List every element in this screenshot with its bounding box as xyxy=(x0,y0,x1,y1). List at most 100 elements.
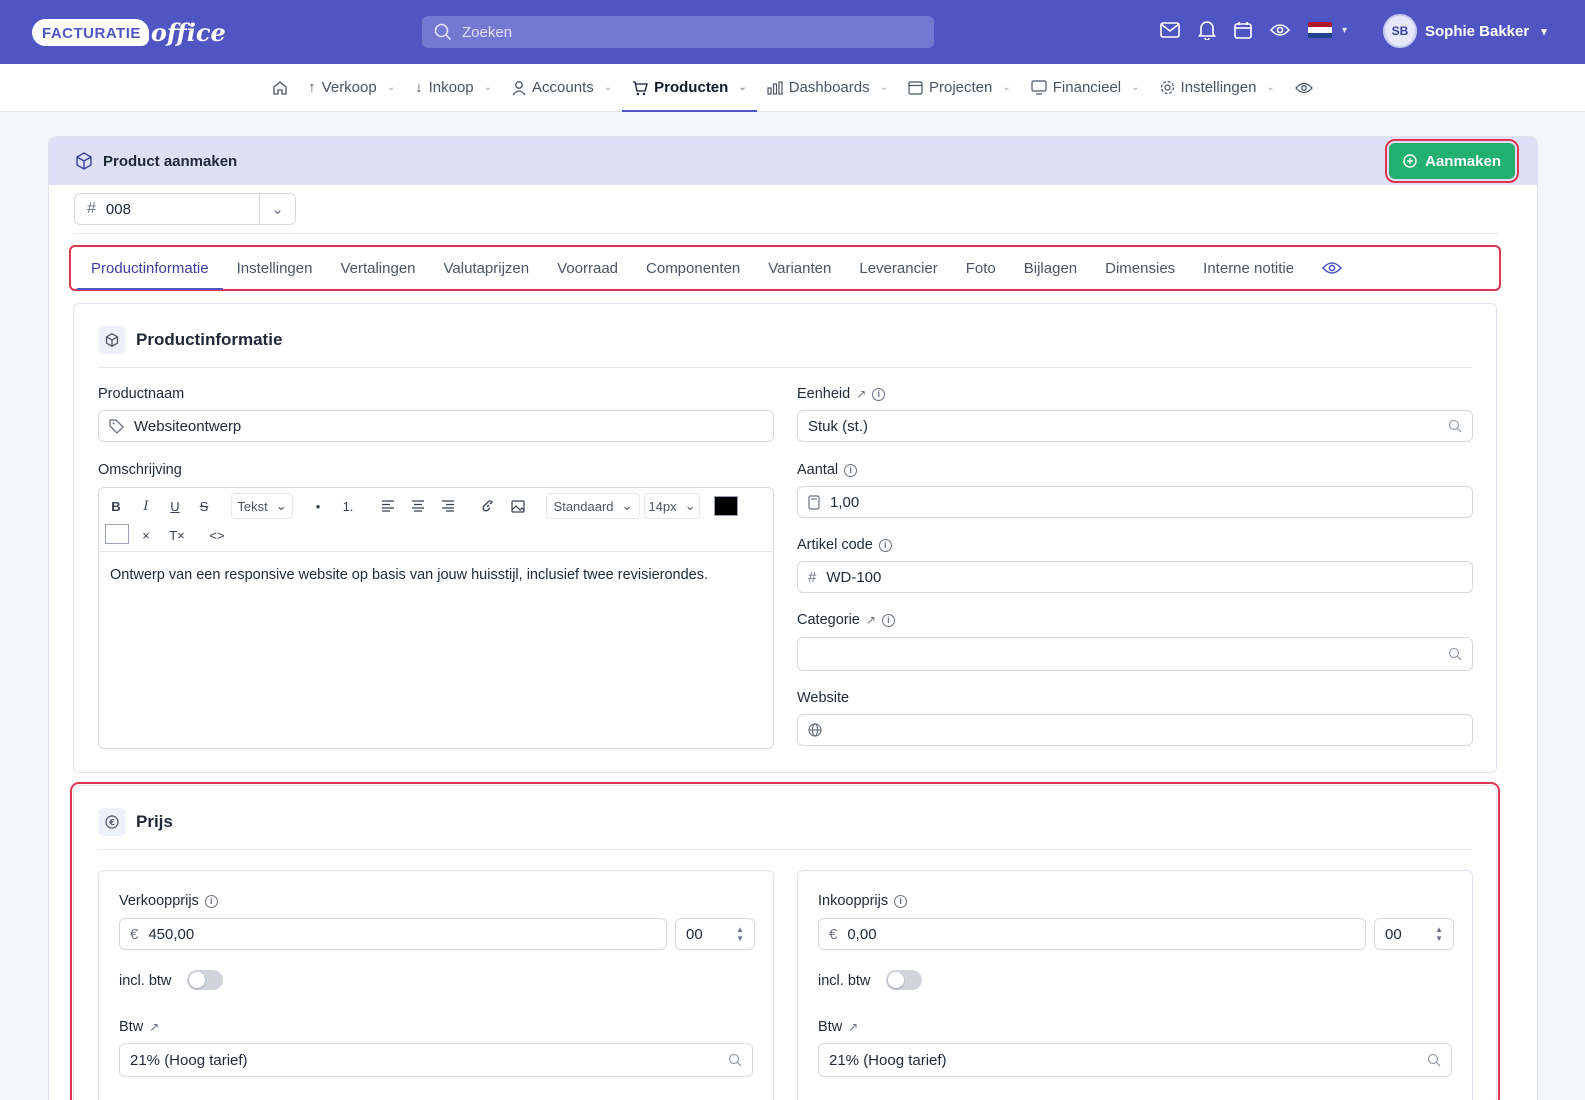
app-logo[interactable]: FACTURATIE office xyxy=(32,14,226,50)
nav-visibility[interactable] xyxy=(1285,64,1323,112)
inkoopprijs-label: Inkoopprijs i xyxy=(818,893,908,909)
label-text: incl. btw xyxy=(818,973,871,989)
product-number-value: 008 xyxy=(105,200,131,218)
mail-icon[interactable] xyxy=(1160,22,1180,38)
incl-btw-toggle[interactable] xyxy=(187,970,223,990)
editor-toolbar: B I U S Tekst ⌄ • 1. Standaard ⌄ 14px ⌄ × T… xyxy=(99,488,773,552)
tab-valutaprijzen[interactable]: Valutaprijzen xyxy=(430,247,544,289)
search-input[interactable]: Zoeken xyxy=(422,16,934,48)
label-text: Artikel code xyxy=(797,537,873,553)
label-text: Btw xyxy=(119,1019,144,1035)
currency-symbol: € xyxy=(130,925,139,943)
create-button[interactable]: Aanmaken xyxy=(1385,139,1519,183)
eye-icon[interactable] xyxy=(1270,23,1290,37)
background-color-swatch[interactable] xyxy=(105,524,129,544)
user-name: Sophie Bakker xyxy=(1425,22,1530,40)
nav-item-projecten[interactable]: Projecten ⌄ xyxy=(898,64,1021,112)
verkoopprijs-panel: Verkoopprijs i € 450,00 00 ▲ ▼ incl. btw … xyxy=(98,870,774,1100)
tab-interne-notitie[interactable]: Interne notitie xyxy=(1189,247,1308,289)
nav-item-dashboards[interactable]: Dashboards ⌄ xyxy=(757,64,898,112)
flag-stripe-blue xyxy=(1308,32,1332,38)
box-icon xyxy=(98,326,126,354)
bullet-list-button[interactable]: • xyxy=(309,493,327,519)
tab-bijlagen[interactable]: Bijlagen xyxy=(1010,247,1091,289)
code-view-button[interactable]: <> xyxy=(207,522,227,548)
bell-icon[interactable] xyxy=(1198,20,1216,40)
aantal-input[interactable]: 1,00 xyxy=(797,486,1473,518)
ordered-list-button[interactable]: 1. xyxy=(339,493,357,519)
nav-item-producten[interactable]: Producten ⌄ xyxy=(622,64,757,112)
underline-button[interactable]: U xyxy=(166,493,184,519)
website-input[interactable] xyxy=(797,714,1473,746)
format-select[interactable]: Tekst ⌄ xyxy=(231,493,293,519)
tab-dimensies[interactable]: Dimensies xyxy=(1091,247,1189,289)
external-link-icon[interactable]: ↗ xyxy=(856,387,866,401)
verkoopprijs-label: Verkoopprijs i xyxy=(119,893,218,909)
info-icon[interactable]: i xyxy=(894,894,908,908)
external-link-icon[interactable]: ↗ xyxy=(866,613,876,627)
align-left-icon[interactable] xyxy=(379,493,397,519)
description-text[interactable]: Ontwerp van een responsive website op ba… xyxy=(110,567,708,583)
image-icon[interactable] xyxy=(509,493,527,519)
tab-vertalingen[interactable]: Vertalingen xyxy=(326,247,429,289)
tab-visibility[interactable] xyxy=(1308,247,1356,289)
strikethrough-button[interactable]: S xyxy=(195,493,213,519)
nav-item-accounts[interactable]: Accounts ⌄ xyxy=(502,64,622,112)
calculator-icon xyxy=(808,494,820,510)
info-icon[interactable]: i xyxy=(881,613,895,627)
info-icon[interactable]: i xyxy=(204,894,218,908)
label-text: Btw xyxy=(818,1019,843,1035)
text-color-swatch[interactable] xyxy=(714,496,738,516)
font-select[interactable]: Standaard ⌄ xyxy=(546,493,640,519)
nav-item-instellingen[interactable]: Instellingen ⌄ xyxy=(1150,64,1285,112)
italic-button[interactable]: I xyxy=(137,493,155,519)
inkoopprijs-decimals-stepper[interactable]: 00 ▲ ▼ xyxy=(1374,918,1454,950)
nav-home[interactable] xyxy=(262,64,298,112)
info-icon[interactable]: i xyxy=(878,538,892,552)
tab-varianten[interactable]: Varianten xyxy=(754,247,845,289)
external-link-icon[interactable]: ↗ xyxy=(848,1020,858,1034)
productnaam-input[interactable]: Websiteontwerp xyxy=(98,410,774,442)
nav-item-inkoop[interactable]: ↓ Inkoop ⌄ xyxy=(405,64,502,112)
calendar-icon xyxy=(908,81,923,95)
info-icon[interactable]: i xyxy=(844,463,858,477)
btw-select[interactable]: 21% (Hoog tarief) xyxy=(119,1043,753,1077)
eenheid-select[interactable]: Stuk (st.) xyxy=(797,410,1473,442)
btw-label: Btw ↗ xyxy=(119,1019,159,1035)
incl-btw-toggle[interactable] xyxy=(886,970,922,990)
info-icon[interactable]: i xyxy=(872,387,886,401)
tab-bar: Productinformatie Instellingen Vertaling… xyxy=(69,245,1501,291)
tab-leverancier[interactable]: Leverancier xyxy=(845,247,951,289)
bold-button[interactable]: B xyxy=(107,493,125,519)
external-link-icon[interactable]: ↗ xyxy=(149,1020,159,1034)
tab-componenten[interactable]: Componenten xyxy=(632,247,754,289)
clear-button[interactable]: × xyxy=(137,522,155,548)
size-select[interactable]: 14px ⌄ xyxy=(644,493,700,519)
nav-item-verkoop[interactable]: ↑ Verkoop ⌄ xyxy=(298,64,405,112)
user-menu[interactable]: SB Sophie Bakker ▾ xyxy=(1383,14,1547,48)
tab-voorraad[interactable]: Voorraad xyxy=(543,247,632,289)
language-selector[interactable]: ▾ xyxy=(1308,22,1347,38)
align-right-icon[interactable] xyxy=(439,493,457,519)
verkoopprijs-decimals-stepper[interactable]: 00 ▲ ▼ xyxy=(675,918,755,950)
tab-instellingen[interactable]: Instellingen xyxy=(223,247,327,289)
inkoopprijs-input[interactable]: € 0,00 xyxy=(818,918,1366,950)
description-editor[interactable]: B I U S Tekst ⌄ • 1. Standaard ⌄ 14px ⌄ × T… xyxy=(98,487,774,749)
link-icon[interactable] xyxy=(479,493,497,519)
chevron-down-icon: ⌄ xyxy=(1266,82,1275,93)
calendar-icon[interactable] xyxy=(1234,21,1252,39)
product-number-select[interactable]: # 008 ⌄ xyxy=(74,193,296,225)
box-icon xyxy=(76,152,92,170)
categorie-select[interactable] xyxy=(797,637,1473,671)
nav-item-financieel[interactable]: Financieel ⌄ xyxy=(1021,64,1150,112)
btw-select[interactable]: 21% (Hoog tarief) xyxy=(818,1043,1452,1077)
tab-productinformatie[interactable]: Productinformatie xyxy=(77,247,223,290)
chevron-down-icon[interactable]: ⌄ xyxy=(259,194,295,224)
btw-value: 21% (Hoog tarief) xyxy=(130,1051,248,1069)
gear-icon xyxy=(1160,80,1174,95)
tab-foto[interactable]: Foto xyxy=(952,247,1010,289)
artikel-code-input[interactable]: # WD-100 xyxy=(797,561,1473,593)
align-center-icon[interactable] xyxy=(409,493,427,519)
verkoopprijs-input[interactable]: € 450,00 xyxy=(119,918,667,950)
clear-format-button[interactable]: T× xyxy=(165,522,189,548)
